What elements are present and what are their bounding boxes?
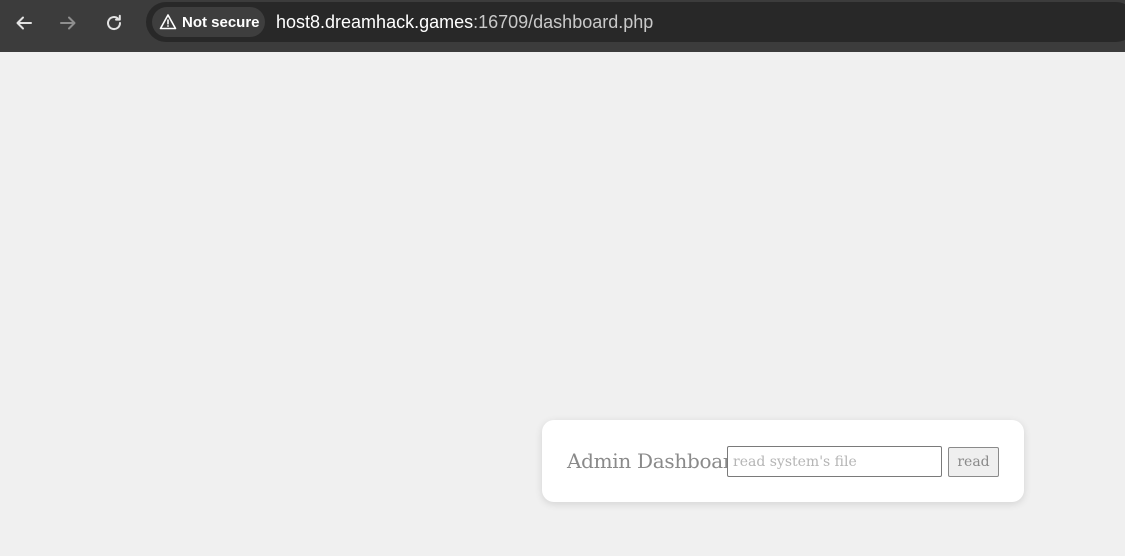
back-button[interactable] bbox=[9, 8, 39, 38]
security-label: Not secure bbox=[182, 13, 260, 31]
reload-button[interactable] bbox=[99, 8, 129, 38]
browser-toolbar: Not secure host8.dreamhack.games:16709/d… bbox=[0, 0, 1125, 52]
dashboard-title: Admin Dashboard bbox=[567, 449, 745, 473]
warning-triangle-icon bbox=[159, 13, 177, 31]
forward-arrow-icon bbox=[60, 16, 76, 30]
admin-dashboard-card: Admin Dashboard read bbox=[542, 420, 1024, 502]
reload-icon bbox=[107, 14, 122, 31]
file-path-input[interactable] bbox=[727, 446, 942, 477]
url-text[interactable]: host8.dreamhack.games:16709/dashboard.ph… bbox=[276, 12, 653, 33]
security-indicator[interactable]: Not secure bbox=[152, 7, 265, 37]
url-host: host8.dreamhack.games bbox=[276, 12, 474, 32]
read-button[interactable]: read bbox=[948, 447, 999, 477]
forward-button[interactable] bbox=[53, 8, 83, 38]
address-bar[interactable]: Not secure host8.dreamhack.games:16709/d… bbox=[146, 2, 1125, 42]
url-path: :16709/dashboard.php bbox=[473, 12, 654, 32]
back-arrow-icon bbox=[16, 16, 32, 30]
